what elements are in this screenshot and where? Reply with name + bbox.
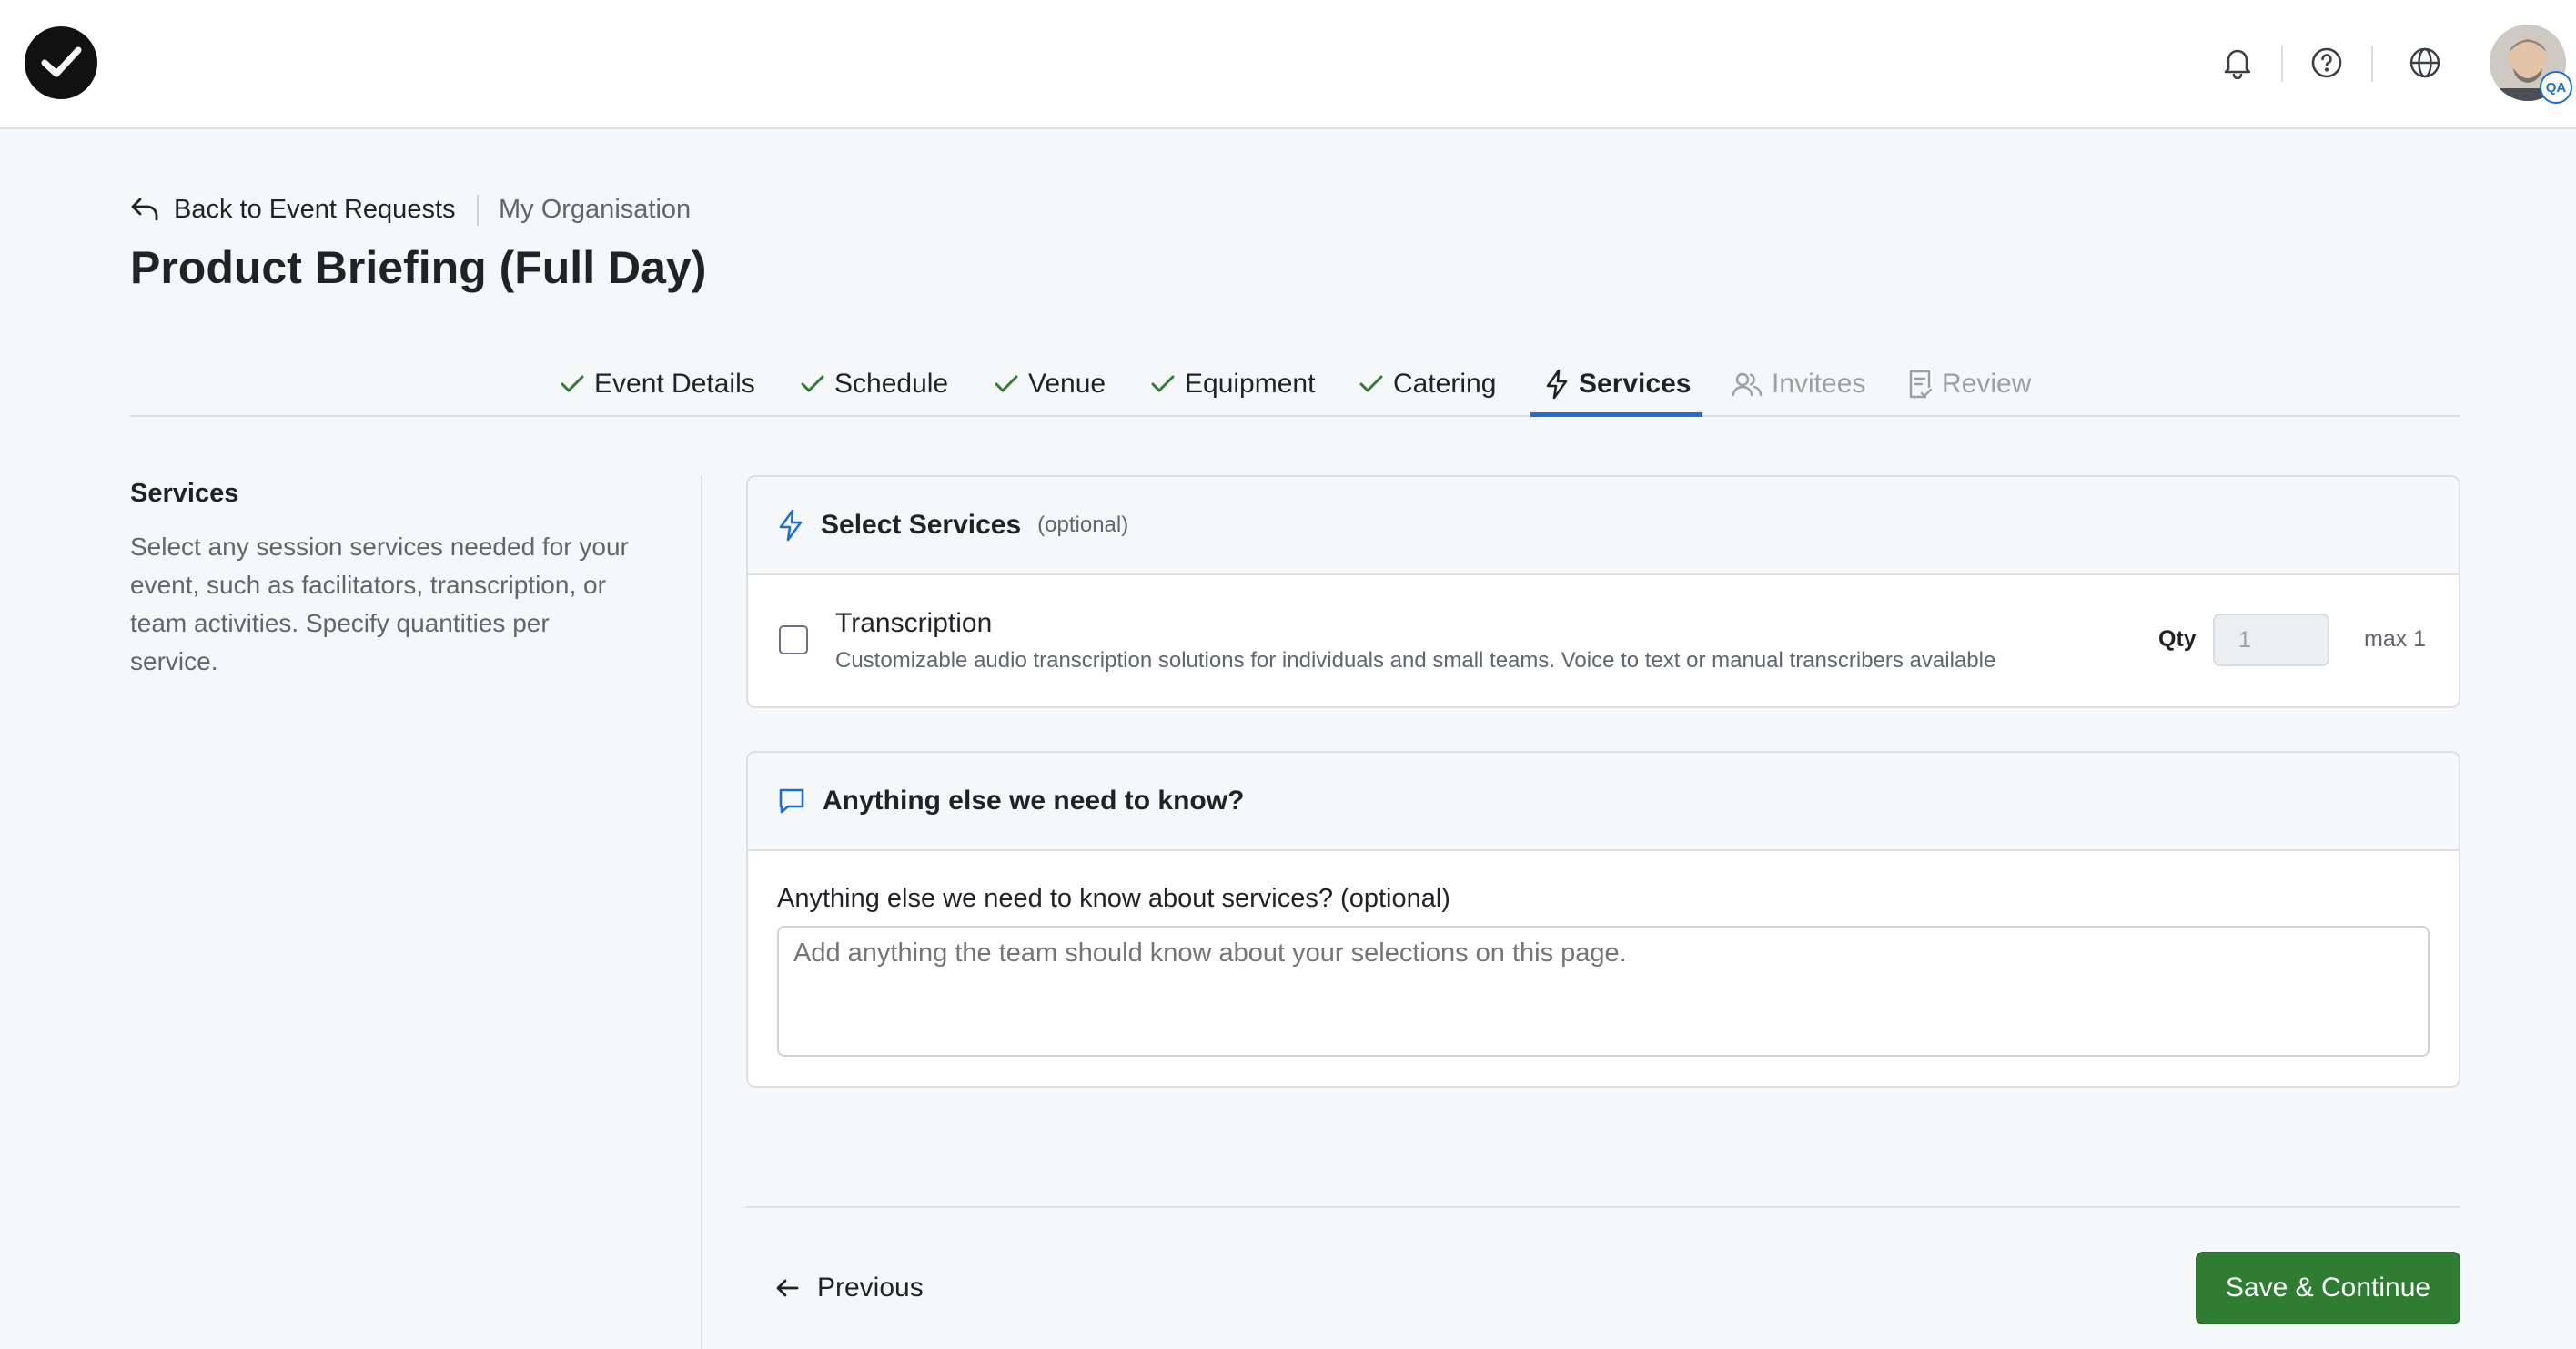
transcription-checkbox[interactable] <box>779 625 808 654</box>
check-icon <box>1359 375 1383 392</box>
arrow-left-icon <box>776 1279 799 1297</box>
step-label: Services <box>1579 369 1692 399</box>
step-invitees[interactable]: Invitees <box>1732 351 1865 417</box>
step-schedule[interactable]: Schedule <box>800 351 948 417</box>
notes-field-label: Anything else we need to know about serv… <box>777 884 1450 913</box>
avatar-badge: QA <box>2540 71 2572 104</box>
check-icon <box>561 375 584 392</box>
step-event-details[interactable]: Event Details <box>560 351 755 417</box>
max-quantity-label: max 1 <box>2364 626 2427 652</box>
footer-divider <box>746 1206 2460 1208</box>
step-label: Catering <box>1393 369 1497 399</box>
service-description: Customizable audio transcription solutio… <box>835 648 1996 673</box>
save-and-continue-button[interactable]: Save & Continue <box>2196 1252 2460 1324</box>
back-to-event-requests-link[interactable]: Back to Event Requests <box>130 191 456 228</box>
qty-label: Qty <box>2158 626 2197 652</box>
service-row: Transcription Customizable audio transcr… <box>748 575 2459 706</box>
people-icon <box>1732 372 1763 397</box>
lightning-bolt-icon <box>779 509 803 542</box>
save-label: Save & Continue <box>2225 1273 2431 1303</box>
notification-bell-icon[interactable] <box>2215 40 2260 86</box>
help-icon[interactable] <box>2304 40 2349 86</box>
card-title: Select Services <box>821 510 1022 540</box>
card-header: Anything else we need to know? <box>748 753 2459 851</box>
section-description: Select any session services needed for y… <box>130 532 629 675</box>
previous-label: Previous <box>817 1273 924 1303</box>
card-title: Anything else we need to know? <box>823 786 1245 816</box>
step-label: Venue <box>1028 369 1106 399</box>
step-catering[interactable]: Catering <box>1359 351 1496 417</box>
checkmark-logo-icon <box>41 46 82 77</box>
step-label: Invitees <box>1772 369 1866 399</box>
topbar-separator <box>2281 46 2283 82</box>
step-review[interactable]: Review <box>1907 351 2031 417</box>
card-header: Select Services (optional) <box>748 477 2459 575</box>
step-label: Review <box>1942 369 2032 399</box>
notes-textarea[interactable] <box>777 926 2430 1057</box>
check-icon <box>801 375 824 392</box>
service-name: Transcription <box>835 608 993 638</box>
back-arrow-icon <box>131 198 158 221</box>
lightning-bolt-icon <box>1546 369 1568 400</box>
step-label: Event Details <box>594 369 755 399</box>
step-label: Schedule <box>834 369 949 399</box>
optional-tag: (optional) <box>1037 512 1129 537</box>
chat-bubble-icon <box>779 788 804 814</box>
checklist-icon <box>1909 370 1933 399</box>
select-services-card: Select Services (optional) Transcription… <box>746 475 2460 708</box>
check-icon <box>995 375 1018 392</box>
organisation-name: My Organisation <box>499 195 692 224</box>
section-title: Services <box>130 479 239 508</box>
top-bar: QA <box>0 0 2576 129</box>
additional-notes-card: Anything else we need to know? Anything … <box>746 751 2460 1088</box>
step-venue[interactable]: Venue <box>994 351 1106 417</box>
previous-button[interactable]: Previous <box>775 1267 924 1309</box>
step-label: Equipment <box>1185 369 1316 399</box>
step-services[interactable]: Services <box>1544 351 1691 417</box>
qty-input[interactable]: 1 <box>2213 614 2329 666</box>
check-icon <box>1151 375 1175 392</box>
page-title: Product Briefing (Full Day) <box>130 242 707 293</box>
language-globe-icon[interactable] <box>2402 40 2448 86</box>
app-logo[interactable] <box>25 26 97 99</box>
wizard-steps: Event Details Schedule Venue Equipment C… <box>130 351 2460 417</box>
topbar-separator <box>2371 46 2373 82</box>
notes-body: Anything else we need to know about serv… <box>748 851 2459 1084</box>
active-step-indicator <box>1530 412 1702 417</box>
column-divider <box>701 475 702 1349</box>
back-link-label: Back to Event Requests <box>174 194 456 224</box>
step-equipment[interactable]: Equipment <box>1150 351 1315 417</box>
breadcrumb-separator <box>477 195 479 226</box>
